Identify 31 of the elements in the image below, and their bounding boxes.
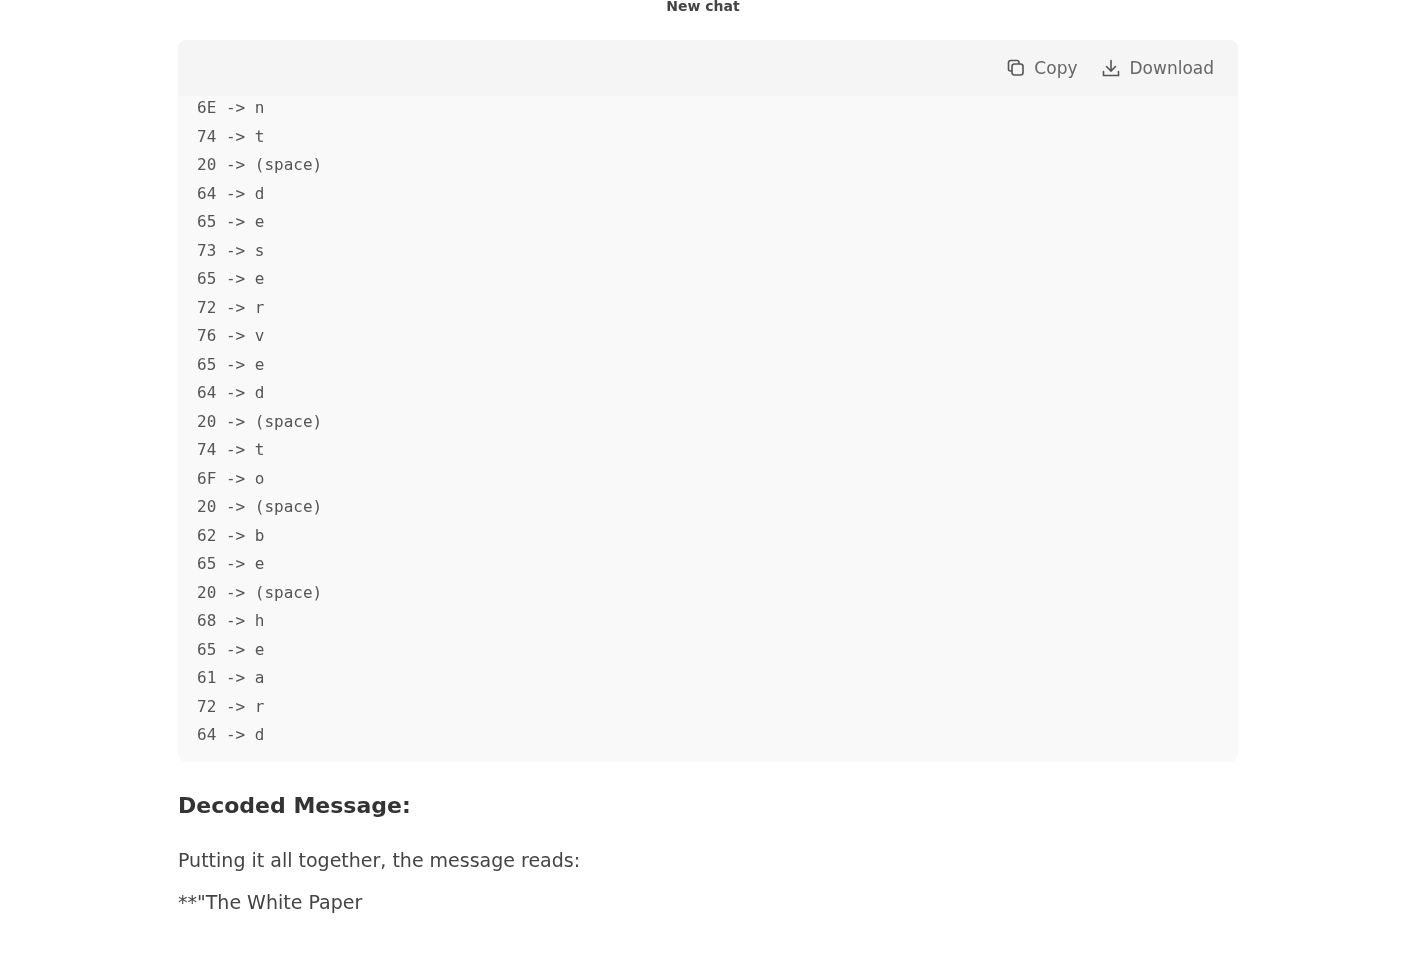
- section-heading: Decoded Message:: [178, 791, 412, 820]
- code-line: 65 -> e: [197, 268, 266, 290]
- code-line: 65 -> e: [197, 211, 266, 233]
- download-icon: [1101, 58, 1122, 78]
- code-line: 62 -> b: [197, 524, 266, 547]
- code-line: 64 -> d: [197, 382, 266, 404]
- copy-icon: [1006, 58, 1027, 78]
- code-line: 74 -> t: [197, 125, 266, 148]
- code-line: 68 -> h: [197, 610, 266, 632]
- code-line: 65 -> e: [197, 638, 266, 661]
- window-title: New chat: [665, 0, 741, 14]
- code-line: 64 -> d: [197, 182, 266, 205]
- code-line: 20 -> (space): [197, 496, 324, 518]
- code-line: 6F -> o: [197, 467, 266, 490]
- code-line: 61 -> a: [197, 667, 266, 689]
- code-line: 74 -> t: [197, 439, 266, 461]
- code-line: 72 -> r: [197, 695, 266, 718]
- paragraph: **"The White Paper: [178, 889, 364, 915]
- code-line: 20 -> (space): [197, 154, 324, 176]
- code-line: 76 -> v: [197, 325, 266, 347]
- code-line: 20 -> (space): [197, 410, 324, 433]
- download-button[interactable]: Download: [1101, 58, 1214, 78]
- code-line: 65 -> e: [197, 553, 266, 575]
- code-line: 20 -> (space): [197, 581, 324, 604]
- code-line: 64 -> d: [197, 724, 266, 746]
- copy-button[interactable]: Copy: [1006, 58, 1078, 78]
- code-line: 72 -> r: [197, 296, 266, 319]
- paragraph: Putting it all together, the message reads:: [178, 847, 582, 873]
- code-line: 6E -> n: [197, 97, 266, 119]
- code-line: 73 -> s: [197, 239, 266, 262]
- code-line: 65 -> e: [197, 353, 266, 376]
